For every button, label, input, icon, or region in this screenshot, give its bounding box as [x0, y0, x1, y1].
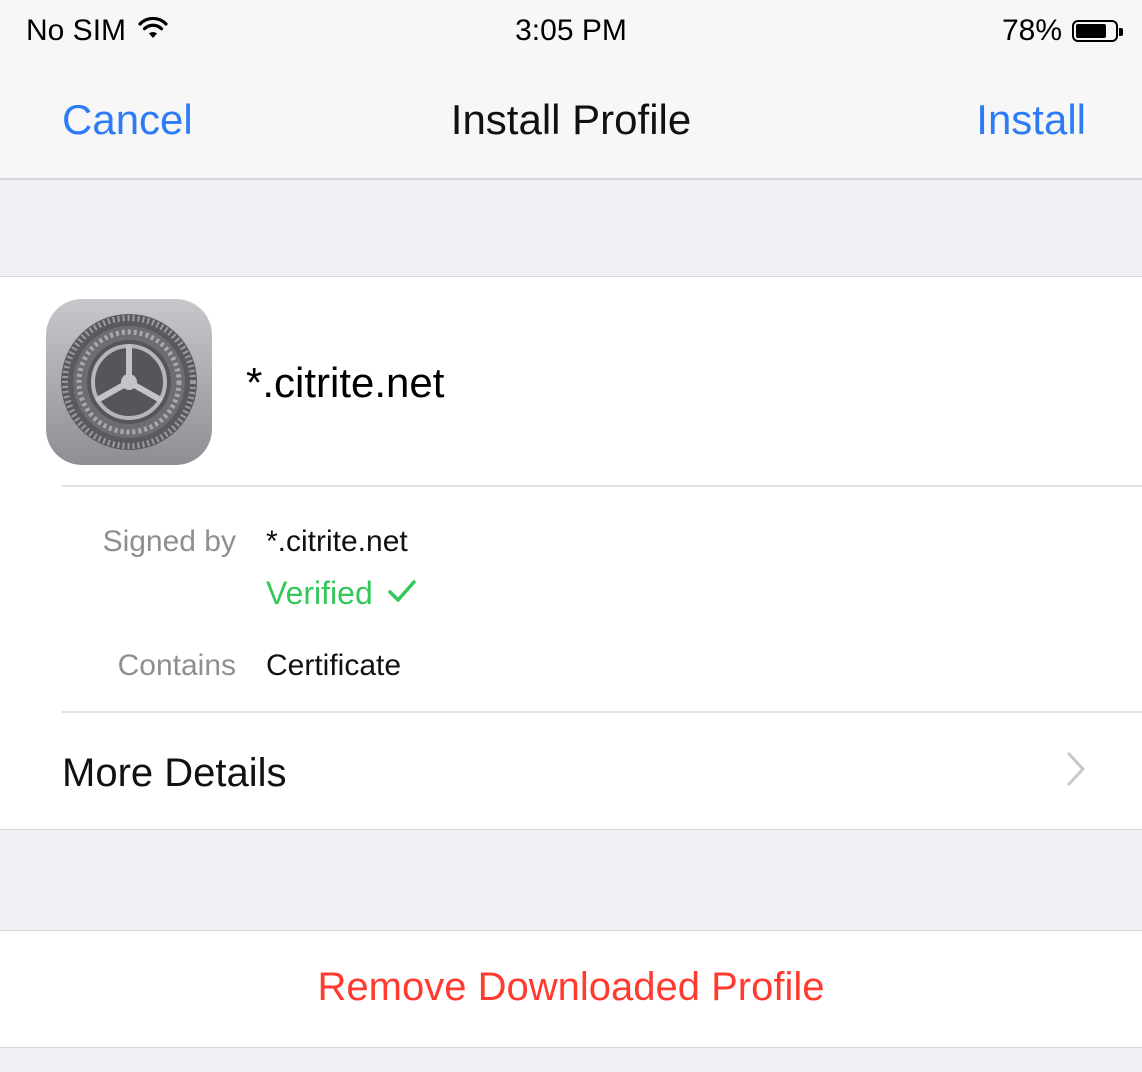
page-title: Install Profile	[450, 96, 692, 143]
checkmark-icon	[387, 575, 417, 612]
battery-percent: 78%	[1001, 14, 1062, 47]
signed-by-label: Signed by	[102, 525, 236, 558]
install-button[interactable]: Install	[976, 96, 1086, 144]
contains-value: Certificate	[266, 649, 402, 682]
verified-label: Verified	[266, 575, 373, 611]
navigation-bar: Cancel Install Profile Install	[0, 66, 1142, 180]
remove-profile-button[interactable]: Remove Downloaded Profile	[0, 930, 1142, 1048]
status-right: 78%	[1001, 14, 1123, 48]
battery-level-fill	[1076, 24, 1106, 38]
battery-icon	[1072, 20, 1123, 42]
settings-gear-icon	[46, 299, 212, 465]
install-profile-screen: No SIM 3:05 PM 78% Cancel Install Profil…	[0, 0, 1142, 1072]
battery-tip	[1119, 28, 1123, 36]
verified-status: Verified	[266, 575, 417, 612]
profile-card: *.citrite.net Signed by *.citrite.net Ve…	[0, 276, 1142, 830]
divider	[62, 485, 1142, 487]
profile-name: *.citrite.net	[246, 359, 445, 406]
contains-label: Contains	[117, 649, 236, 682]
signed-by-value: *.citrite.net	[266, 525, 408, 558]
status-bar: No SIM 3:05 PM 78%	[0, 0, 1142, 66]
more-details-label[interactable]: More Details	[62, 751, 287, 796]
chevron-right-icon	[1066, 751, 1086, 797]
status-time: 3:05 PM	[515, 14, 627, 47]
remove-profile-label: Remove Downloaded Profile	[317, 965, 825, 1009]
